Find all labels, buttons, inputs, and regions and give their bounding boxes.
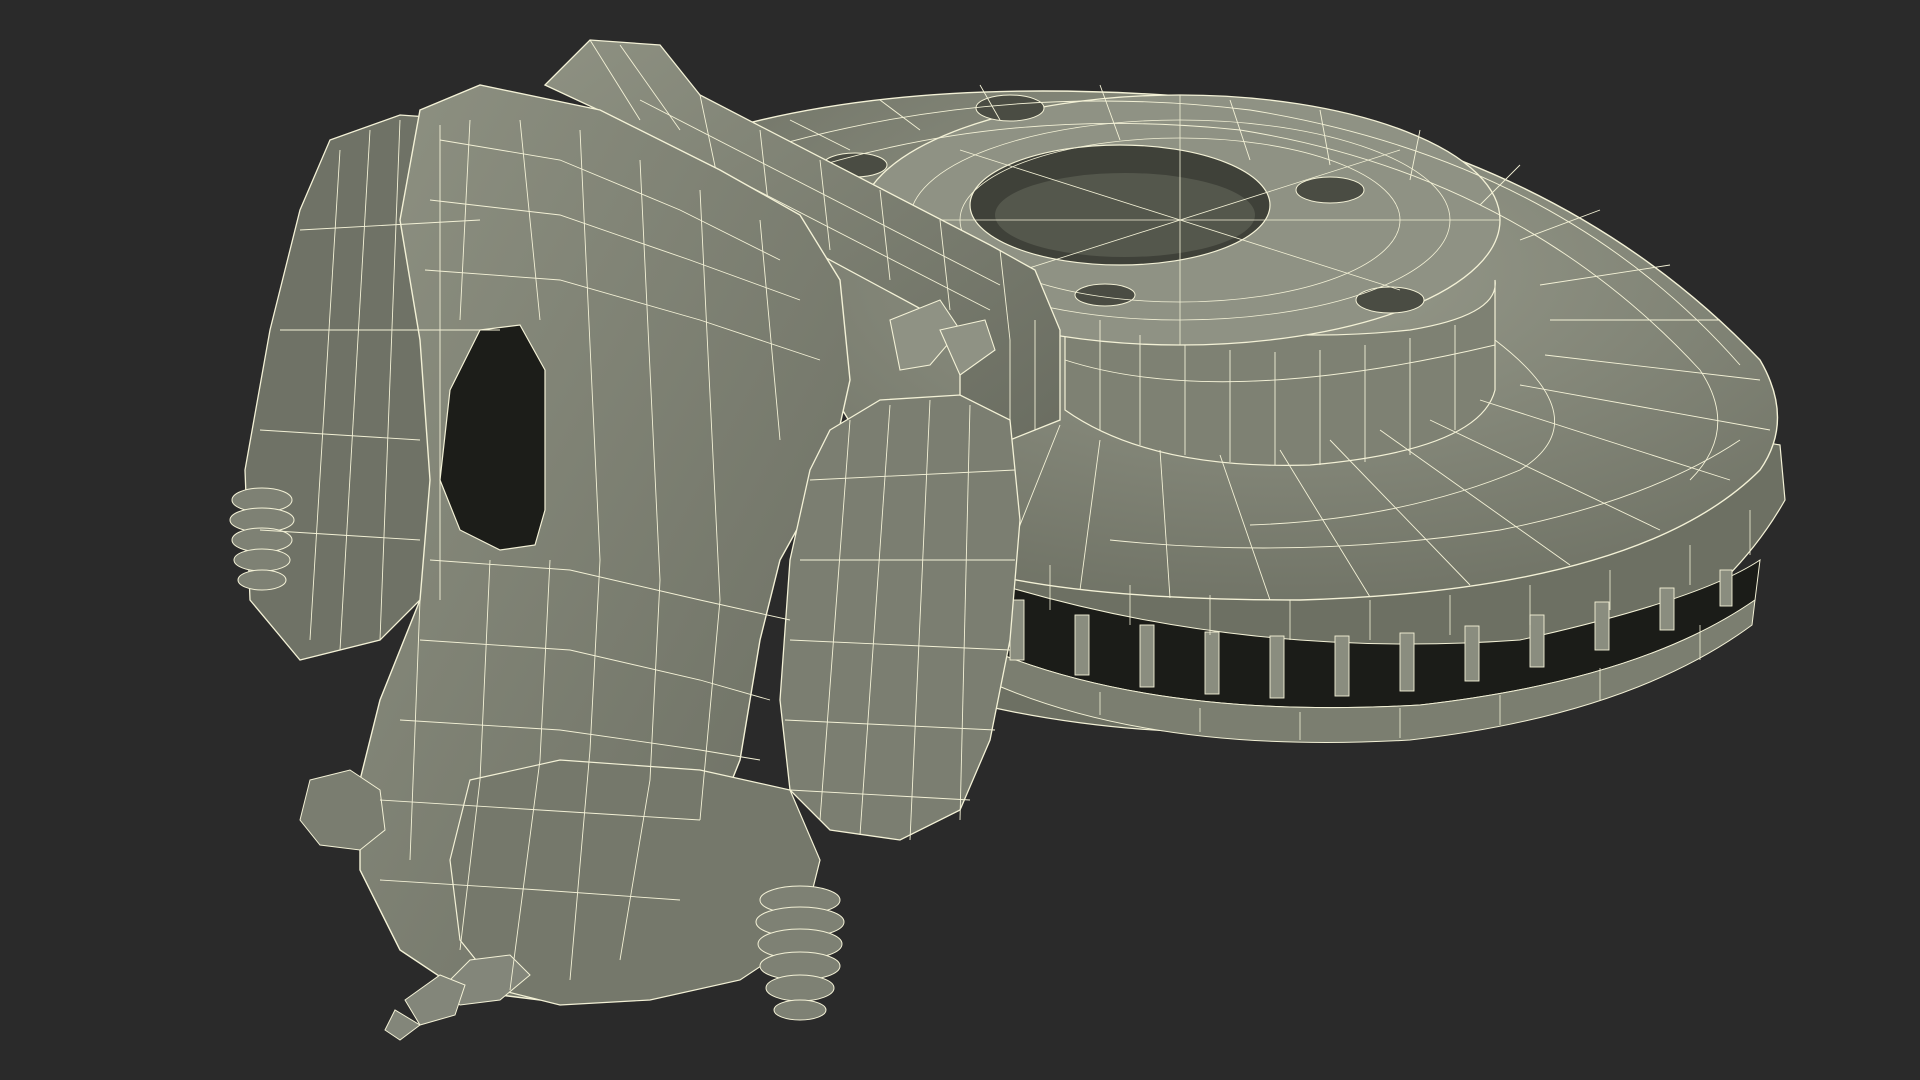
lug-hole [975, 94, 1045, 122]
render-viewport [0, 0, 1920, 1080]
lug-hole [1355, 286, 1425, 314]
disc-bore-inner [995, 173, 1255, 257]
lug-hole [1295, 176, 1365, 204]
lug-hole [1074, 283, 1136, 307]
caliper-piston-housing [779, 394, 1021, 841]
wireframe-render [229, 39, 1786, 1041]
slide-pin-boot-right [755, 885, 845, 1021]
